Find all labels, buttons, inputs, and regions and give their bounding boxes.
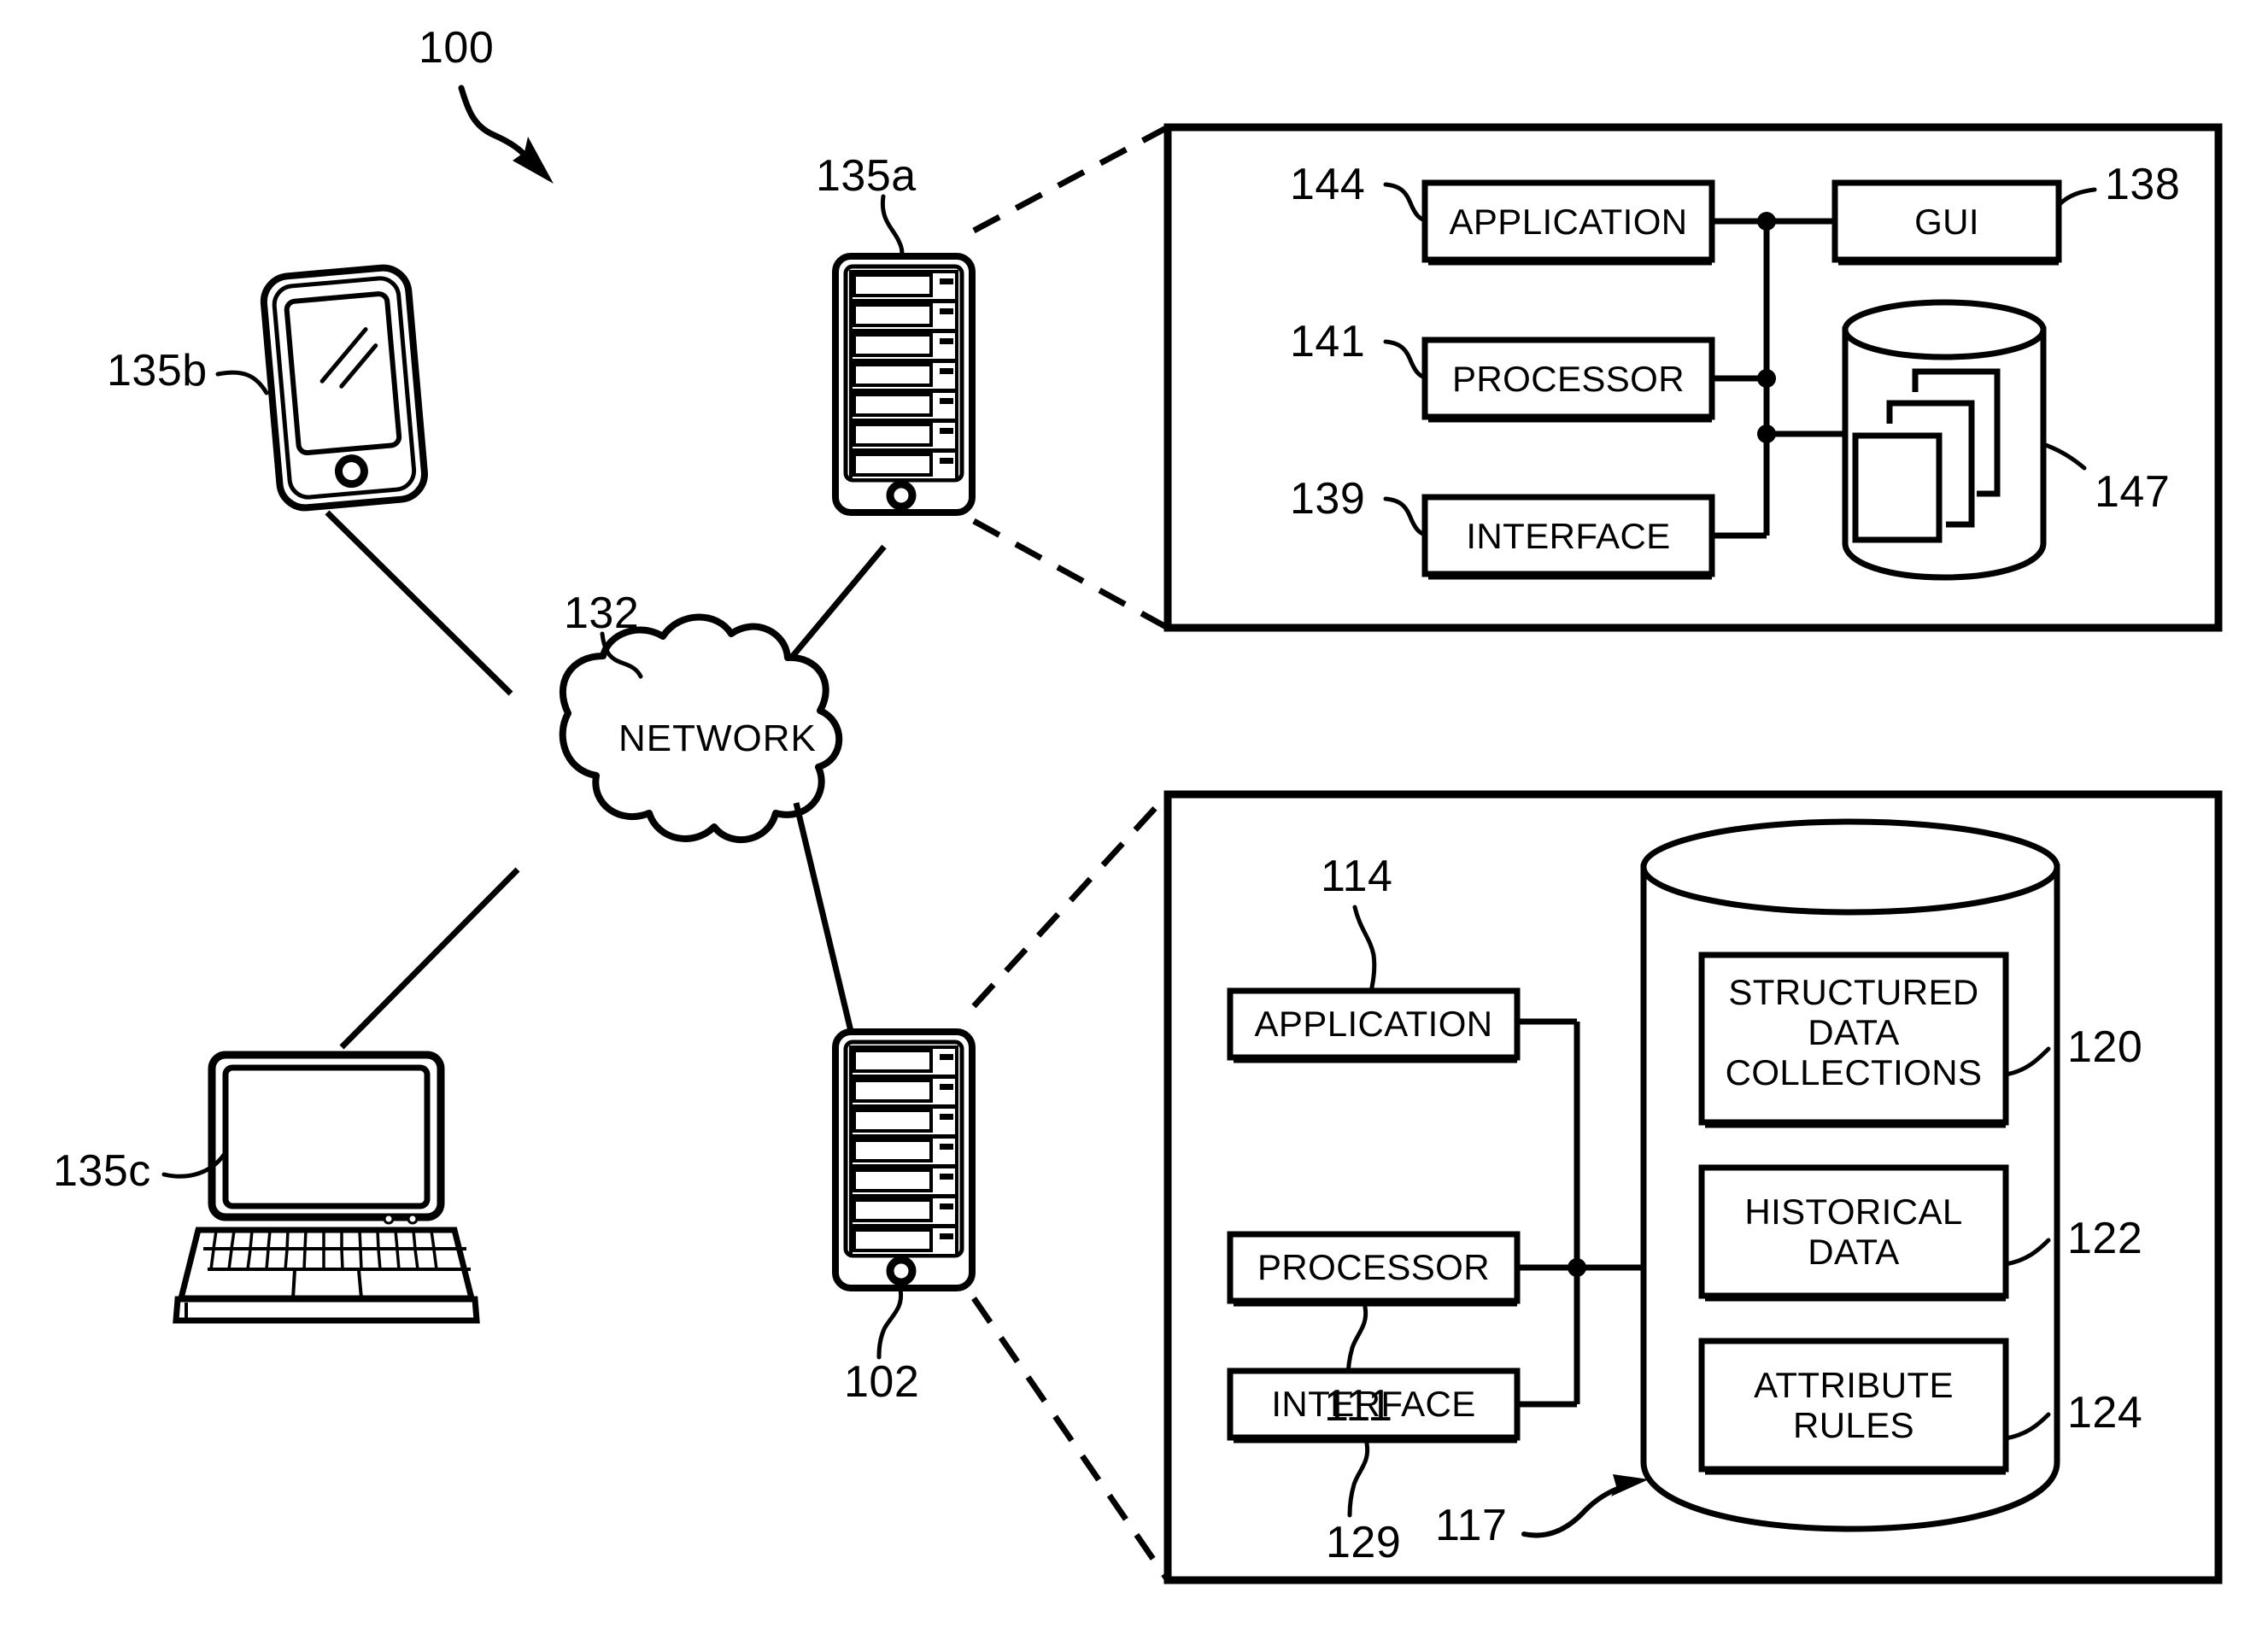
device-ref-135a: 135a xyxy=(816,151,917,201)
link-network-server-top xyxy=(790,544,887,659)
client-ref-139: 139 xyxy=(1290,474,1366,524)
laptop-device xyxy=(173,1051,480,1324)
client-ref-141: 141 xyxy=(1290,317,1366,366)
server-rack-bottom xyxy=(832,1028,976,1291)
device-ref-102: 102 xyxy=(844,1357,920,1407)
store-box-120-text: STRUCTURED DATA COLLECTIONS xyxy=(1702,972,2006,1092)
store-box-122-text: HISTORICAL DATA xyxy=(1702,1192,2006,1272)
server-processor-label: PROCESSOR xyxy=(1257,1247,1490,1287)
store-124-line1: ATTRIBUTE xyxy=(1754,1365,1954,1405)
figure-reference-100: 100 xyxy=(419,23,495,73)
device-ref-135c: 135c xyxy=(53,1146,151,1196)
network-cloud-label: NETWORK xyxy=(618,717,817,759)
server-detail-panel xyxy=(1163,790,2223,1584)
store-120-line3: COLLECTIONS xyxy=(1725,1052,1983,1093)
client-application-label: APPLICATION xyxy=(1449,202,1688,242)
store-ref-124: 124 xyxy=(2067,1388,2143,1438)
store-122-line1: HISTORICAL xyxy=(1744,1192,1963,1232)
store-120-line2: DATA xyxy=(1808,1012,1900,1053)
server-application-label: APPLICATION xyxy=(1254,1004,1493,1044)
client-gui-label: GUI xyxy=(1914,202,1979,242)
patent-figure-canvas: 100 135b 135c 135a 102 132 NETWORK 144 A… xyxy=(0,0,2268,1628)
client-processor-label: PROCESSOR xyxy=(1452,359,1685,399)
store-box-124-text: ATTRIBUTE RULES xyxy=(1702,1365,2006,1445)
server-ref-129: 129 xyxy=(1326,1518,1402,1567)
store-ref-120: 120 xyxy=(2067,1022,2143,1072)
smartphone-device xyxy=(260,264,428,512)
link-phone-network xyxy=(325,510,513,696)
server-ref-117: 117 xyxy=(1435,1501,1508,1550)
expansion-lines-bottom xyxy=(971,792,1170,1582)
expansion-lines-top xyxy=(972,124,1169,631)
leader-102 xyxy=(876,1287,904,1360)
server-rack-top xyxy=(832,253,976,516)
server-interface-label: INTERFACE xyxy=(1271,1384,1476,1424)
store-120-line1: STRUCTURED xyxy=(1728,972,1979,1012)
client-interface-label: INTERFACE xyxy=(1466,516,1671,556)
network-ref-132: 132 xyxy=(564,589,640,638)
store-ref-122: 122 xyxy=(2067,1214,2143,1263)
link-laptop-network xyxy=(339,867,520,1050)
store-122-line2: DATA xyxy=(1808,1232,1900,1273)
client-ref-147: 147 xyxy=(2095,467,2171,517)
store-124-line2: RULES xyxy=(1792,1405,1915,1446)
leader-135b xyxy=(215,370,269,395)
client-ref-144: 144 xyxy=(1290,160,1366,209)
server-ref-114: 114 xyxy=(1321,852,1393,901)
figure-ref-arrow xyxy=(458,85,554,184)
client-ref-138: 138 xyxy=(2105,160,2181,209)
leader-135a xyxy=(880,194,905,259)
device-ref-135b: 135b xyxy=(107,346,208,395)
